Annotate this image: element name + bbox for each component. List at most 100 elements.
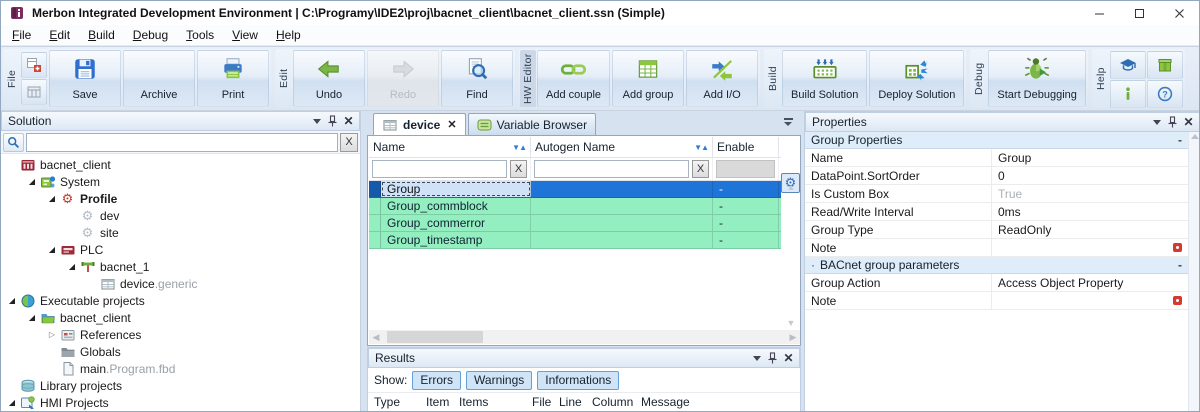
tree-item-main[interactable]: main.Program.fbd (1, 360, 360, 377)
close-panel-icon[interactable]: ✕ (341, 114, 356, 128)
print-button[interactable]: Print (197, 50, 269, 107)
cell-enable[interactable]: - (713, 198, 779, 214)
column-header-enable[interactable]: Enable (713, 137, 779, 157)
new-solution-button[interactable] (21, 52, 47, 78)
close-panel-icon[interactable]: ✕ (781, 351, 796, 365)
column-header-name[interactable]: Name▼▲ (369, 137, 531, 157)
property-section-bacnet-group-parameters[interactable]: ·BACnet group parameters- (805, 257, 1188, 274)
tree-item-hmi-projects[interactable]: ◢HMI Projects (1, 394, 360, 411)
scrollbar-thumb[interactable] (387, 331, 483, 343)
tree-item-globals[interactable]: Globals (1, 343, 360, 360)
scroll-up-icon[interactable] (1191, 134, 1199, 139)
filter-toggle-errors[interactable]: Errors (412, 371, 461, 390)
property-value[interactable]: ReadOnly (992, 221, 1188, 238)
panel-menu-icon[interactable] (309, 114, 324, 128)
tree-item-bacnet-1[interactable]: ◢bacnet_1 (1, 258, 360, 275)
grid-row-group[interactable]: Group - (369, 181, 781, 198)
results-column-line[interactable]: Line (553, 395, 586, 409)
results-column-type[interactable]: Type (368, 395, 420, 409)
tab-variable-browser[interactable]: Variable Browser (468, 113, 596, 135)
results-column-message[interactable]: Message (635, 395, 761, 409)
start-debugging-button[interactable]: Start Debugging (988, 50, 1086, 107)
menu-edit[interactable]: Edit (40, 26, 79, 44)
panel-menu-icon[interactable] (1149, 115, 1164, 129)
results-column-column[interactable]: Column (586, 395, 635, 409)
menu-build[interactable]: Build (79, 26, 124, 44)
scroll-down-icon[interactable]: ▼ (786, 319, 796, 327)
results-column-items[interactable]: Items (453, 395, 526, 409)
expander-open-icon[interactable]: ◢ (45, 194, 59, 203)
save-button[interactable]: Save (49, 50, 121, 107)
property-value[interactable]: Access Object Property (992, 274, 1188, 291)
learn-button[interactable] (1110, 51, 1146, 79)
note-required-icon[interactable] (1173, 243, 1182, 252)
tree-item-bacnet-client[interactable]: ◢bacnet_client (1, 309, 360, 326)
menu-debug[interactable]: Debug (124, 26, 177, 44)
close-panel-icon[interactable]: ✕ (1181, 115, 1196, 129)
package-button[interactable] (1147, 51, 1183, 79)
cell-autogen-name[interactable] (531, 198, 713, 214)
deploy-solution-button[interactable]: Deploy Solution (869, 50, 964, 107)
filter-toggle-informations[interactable]: Informations (537, 371, 619, 390)
cell-enable[interactable]: - (713, 181, 779, 197)
property-value[interactable]: 0ms (992, 203, 1188, 220)
row-header[interactable] (369, 181, 381, 197)
menu-view[interactable]: View (223, 26, 267, 44)
tree-item-bacnet-client[interactable]: bacnet_client (1, 156, 360, 173)
build-solution-button[interactable]: Build Solution (782, 50, 867, 107)
collapse-icon[interactable]: - (1178, 258, 1182, 272)
filter-clear-button[interactable]: X (692, 160, 709, 178)
scroll-left-icon[interactable]: ◀ (369, 330, 383, 344)
tree-item-plc[interactable]: ◢PLC (1, 241, 360, 258)
menu-help[interactable]: Help (267, 26, 310, 44)
column-header-autogen-name[interactable]: Autogen Name▼▲ (531, 137, 713, 157)
row-header[interactable] (369, 215, 381, 231)
tab-device[interactable]: device✕ (373, 113, 466, 135)
filter-toggle-warnings[interactable]: Warnings (466, 371, 532, 390)
note-required-icon[interactable] (1173, 296, 1182, 305)
pin-icon[interactable] (1165, 115, 1180, 129)
expander-open-icon[interactable]: ◢ (25, 177, 39, 186)
expander-open-icon[interactable]: ◢ (25, 313, 39, 322)
question-button[interactable]: ? (1147, 80, 1183, 108)
sort-arrows-icon[interactable]: ▼▲ (690, 143, 708, 152)
collapse-icon[interactable]: - (1178, 133, 1182, 147)
horizontal-scrollbar[interactable]: ◀ ▶ (369, 330, 800, 344)
search-clear-button[interactable]: X (340, 133, 358, 152)
about-button[interactable] (1110, 80, 1146, 108)
tab-close-icon[interactable]: ✕ (447, 118, 456, 131)
cell-name[interactable]: Group_timestamp (381, 232, 531, 248)
cell-name[interactable]: Group (381, 181, 531, 197)
pin-icon[interactable] (325, 114, 340, 128)
property-value[interactable]: True (992, 185, 1188, 202)
filter-input-autogen-name[interactable] (534, 160, 689, 178)
add-group-button[interactable]: Add group (612, 50, 684, 107)
property-value[interactable]: 0 (992, 167, 1188, 184)
grid-row-group-commerror[interactable]: Group_commerror- (369, 215, 781, 232)
tree-item-executable-projects[interactable]: ◢Executable projects (1, 292, 360, 309)
menu-tools[interactable]: Tools (177, 26, 223, 44)
expander-closed-icon[interactable]: ▷ (45, 330, 59, 339)
property-section-group-properties[interactable]: Group Properties- (805, 132, 1188, 149)
scroll-up-icon[interactable]: ▲ (786, 183, 796, 191)
grid-row-group-commblock[interactable]: Group_commblock - (369, 198, 781, 215)
filter-input-name[interactable] (372, 160, 507, 178)
results-column-item[interactable]: Item (420, 395, 453, 409)
filter-clear-button[interactable]: X (510, 160, 527, 178)
cell-enable[interactable]: - (713, 215, 779, 231)
cell-enable[interactable]: - (713, 232, 779, 248)
tree-item-device[interactable]: device.generic (1, 275, 360, 292)
minimize-button[interactable] (1079, 1, 1119, 25)
menu-file[interactable]: File (3, 26, 40, 44)
pin-icon[interactable] (765, 351, 780, 365)
row-header[interactable] (369, 198, 381, 214)
cell-autogen-name[interactable] (531, 215, 713, 231)
add-i-o-button[interactable]: Add I/O (686, 50, 758, 107)
cell-name[interactable]: Group_commblock (381, 198, 531, 214)
tree-item-references[interactable]: ▷References (1, 326, 360, 343)
scroll-right-icon[interactable]: ▶ (786, 330, 800, 344)
maximize-button[interactable] (1119, 1, 1159, 25)
close-button[interactable] (1159, 1, 1199, 25)
tree-item-library-projects[interactable]: Library projects (1, 377, 360, 394)
properties-scrollbar[interactable] (1188, 132, 1200, 412)
